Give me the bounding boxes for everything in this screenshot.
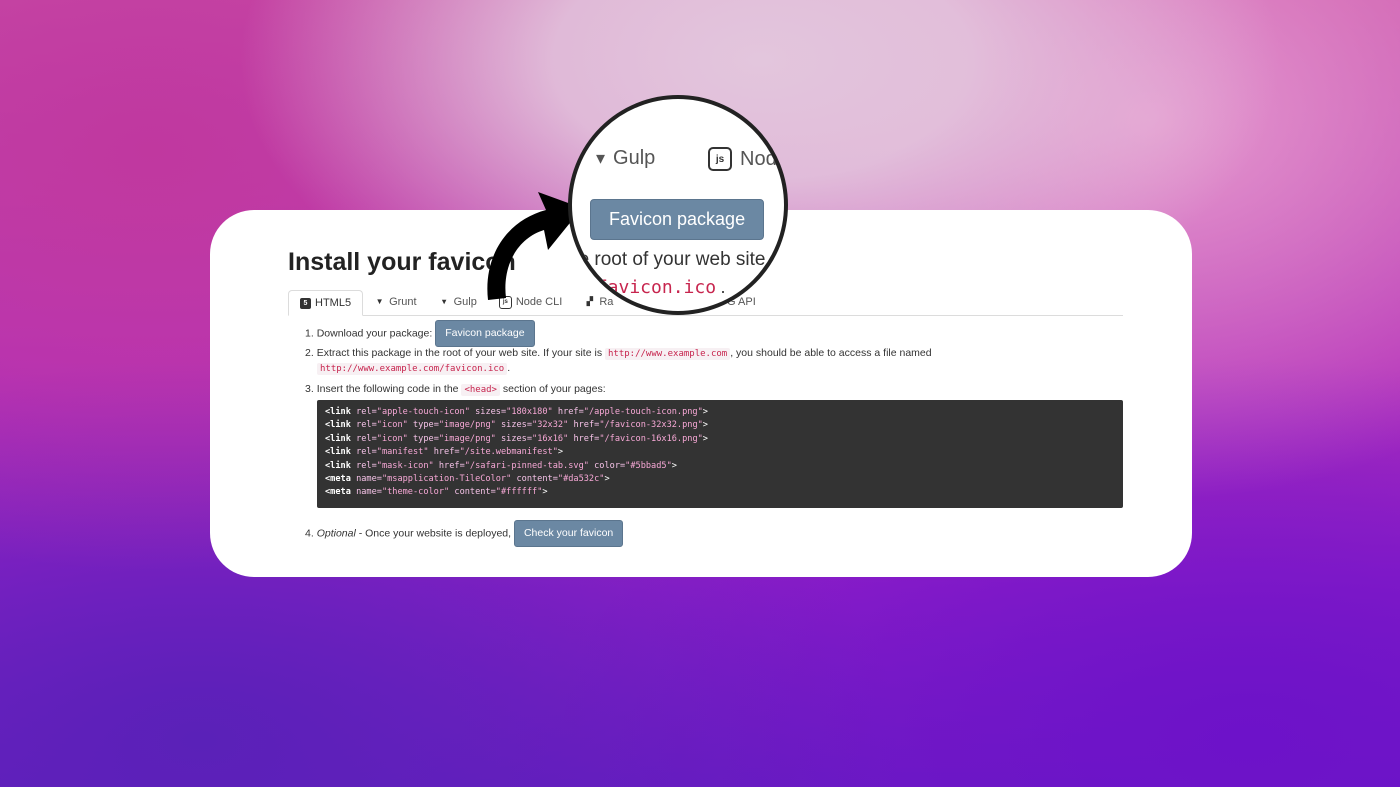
code-attr: content= — [454, 487, 496, 498]
code-line: <meta name="msapplication-TileColor" con… — [325, 474, 610, 485]
code-attr: href= — [573, 420, 600, 431]
code-tag: <link — [325, 420, 351, 431]
code-line: <link rel="apple-touch-icon" sizes="180x… — [325, 407, 708, 417]
code-attr: content= — [516, 474, 558, 485]
code-attr: sizes= — [500, 433, 533, 444]
code-value: "msapplication-TileColor" — [381, 474, 512, 485]
magnified-tab-node: js Node — [708, 147, 788, 171]
html5-icon: 5 — [300, 297, 311, 309]
code-line: <link rel="mask-icon" href="/safari-pinn… — [325, 460, 677, 471]
step-number: 2. — [305, 347, 314, 359]
tab-label: Node — [740, 147, 788, 170]
code-line: <meta name="theme-color" content="#fffff… — [325, 487, 548, 498]
code-attr: rel= — [356, 420, 377, 431]
code-line: <link rel="icon" type="image/png" sizes=… — [325, 420, 708, 431]
code-line: <link rel="icon" type="image/png" sizes=… — [325, 433, 708, 444]
nodejs-icon: js — [708, 147, 732, 171]
tab-grunt[interactable]: ▼ Grunt — [363, 289, 428, 315]
code-value: "icon" — [376, 420, 408, 431]
code-value: "theme-color" — [381, 487, 450, 498]
code-line: <link rel="manifest" href="/site.webmani… — [325, 447, 564, 458]
step-text: section of your pages: — [502, 383, 606, 395]
magnified-favicon-path: /favicon.ico — [586, 277, 717, 298]
magnifier-zoom: ▾ Gulp js Node Favicon package he root o… — [568, 95, 788, 315]
html-code-block[interactable]: <link rel="apple-touch-icon" sizes="180x… — [317, 400, 1123, 508]
code-tag: <link — [325, 407, 351, 417]
code-tag: <link — [325, 460, 351, 471]
tab-label: Grunt — [389, 296, 417, 308]
step-text: Insert the following code in the — [316, 383, 459, 395]
code-attr: type= — [413, 433, 439, 444]
tab-html5[interactable]: 5 HTML5 — [288, 290, 364, 316]
magnified-code-row: /favicon.ico . — [586, 277, 726, 298]
code-value: "mask-icon" — [376, 460, 434, 471]
code-value: "/safari-pinned-tab.svg" — [464, 460, 589, 471]
code-value: "16x16" — [532, 433, 569, 444]
magnified-tab-gulp: ▾ Gulp — [596, 147, 655, 170]
step-4: 4. Optional - Once your website is deplo… — [305, 520, 624, 547]
code-attr: href= — [557, 407, 584, 417]
code-tag: <meta — [325, 487, 351, 498]
code-attr: rel= — [356, 447, 377, 458]
code-attr: href= — [573, 433, 600, 444]
code-attr: type= — [413, 420, 439, 431]
magnified-step-text: he root of your web site — [568, 249, 766, 270]
code-value: "#da532c" — [557, 474, 605, 485]
code-value: "manifest" — [376, 447, 429, 458]
grunt-icon: ▼ — [375, 297, 384, 306]
code-value: "/apple-touch-icon.png" — [583, 407, 703, 417]
step-text: . — [507, 362, 511, 374]
code-tag: <link — [325, 433, 351, 444]
step-text: Extract this package in the root of your… — [316, 347, 603, 359]
step-text: Download your package: — [316, 327, 433, 340]
step-number: 3. — [305, 383, 314, 395]
code-attr: name= — [356, 474, 382, 485]
code-value: "image/png" — [438, 420, 496, 431]
code-value: "32x32" — [532, 420, 569, 431]
check-favicon-button[interactable]: Check your favicon — [513, 520, 624, 547]
code-attr: rel= — [356, 433, 377, 444]
code-value: "#ffffff" — [495, 487, 543, 498]
favicon-package-button[interactable]: Favicon package — [435, 320, 535, 347]
gulp-icon: ▾ — [596, 148, 606, 168]
code-value: "/favicon-16x16.png" — [599, 433, 703, 444]
code-attr: rel= — [356, 407, 377, 417]
code-attr: color= — [594, 460, 626, 471]
code-attr: href= — [433, 447, 460, 458]
code-value: "/favicon-32x32.png" — [599, 420, 703, 431]
code-attr: href= — [438, 460, 465, 471]
example-site-url: http://www.example.com — [605, 348, 731, 360]
code-value: "apple-touch-icon" — [376, 407, 470, 417]
step-number: 4. — [305, 527, 314, 540]
gulp-icon: ▾ — [442, 297, 447, 306]
step-1: 1. Download your package: Favicon packag… — [305, 320, 535, 347]
code-value: "180x180" — [506, 407, 553, 417]
favicon-file-url: http://www.example.com/favicon.ico — [317, 363, 508, 375]
tab-label: Gulp — [613, 147, 656, 169]
tab-label: HTML5 — [315, 297, 352, 309]
step-3: 3. Insert the following code in the <hea… — [305, 382, 606, 398]
code-value: "image/png" — [438, 433, 496, 444]
head-tag-code: <head> — [461, 384, 500, 396]
step-text: - Once your website is deployed, — [355, 527, 512, 540]
code-value: "/site.webmanifest" — [459, 447, 558, 458]
step-2: 2. Extract this package in the root of y… — [305, 346, 932, 362]
magnified-suffix: . — [720, 277, 726, 297]
optional-label: Optional — [316, 527, 356, 540]
magnified-favicon-package-button: Favicon package — [590, 199, 765, 240]
step-text: , you should be able to access a file na… — [730, 347, 932, 359]
code-tag: <link — [325, 447, 351, 458]
step-number: 1. — [305, 327, 314, 340]
code-value: "#5bbad5" — [625, 460, 672, 471]
code-attr: sizes= — [475, 407, 507, 417]
code-attr: sizes= — [500, 420, 533, 431]
code-attr: rel= — [356, 460, 377, 471]
step-2-continued: http://www.example.com/favicon.ico. — [317, 361, 510, 377]
code-attr: name= — [356, 487, 382, 498]
code-value: "icon" — [376, 433, 408, 444]
code-tag: <meta — [325, 474, 351, 485]
